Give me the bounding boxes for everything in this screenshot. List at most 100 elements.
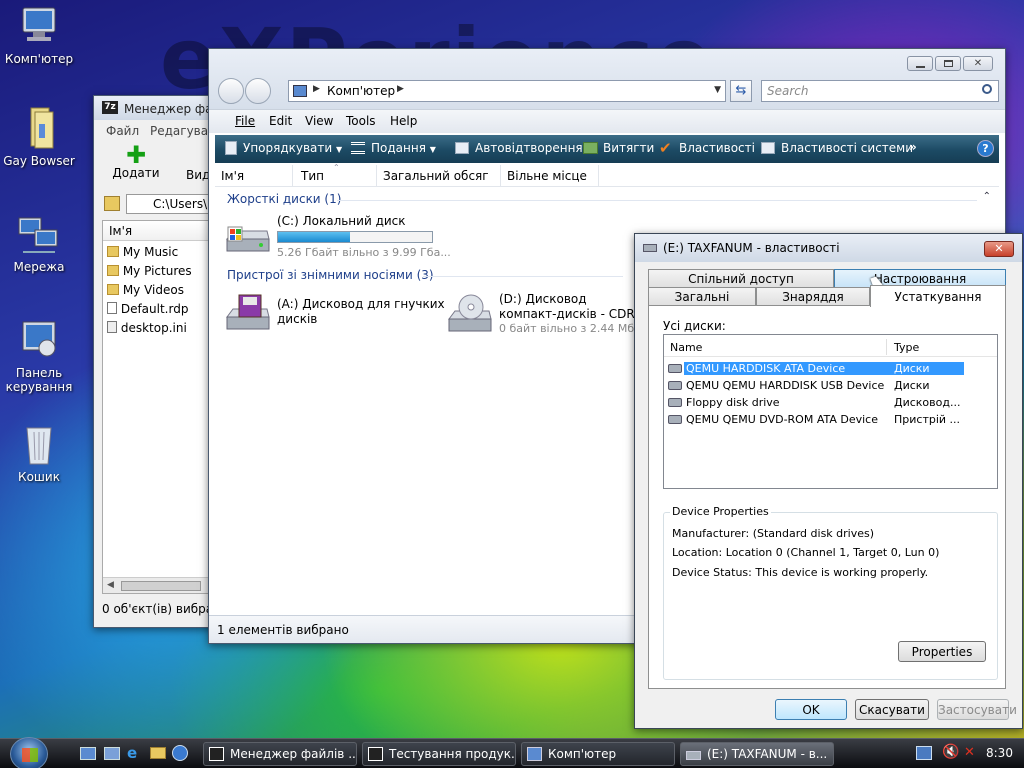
- menu-item-help[interactable]: Help: [390, 114, 417, 128]
- address-dropdown-icon[interactable]: ▼: [714, 85, 721, 95]
- drive-icon: [686, 751, 701, 760]
- close-button[interactable]: ✕: [984, 241, 1014, 257]
- desktop-icon-label: Мережа: [13, 260, 65, 274]
- scroll-left-icon[interactable]: ◀: [107, 580, 114, 590]
- network-icon: [17, 212, 61, 256]
- minimize-button[interactable]: [907, 56, 933, 71]
- menu-item-file[interactable]: File: [235, 114, 255, 128]
- tab-hardware[interactable]: Устаткування: [870, 285, 1006, 307]
- breadcrumb-chevron-icon[interactable]: ▶: [397, 84, 404, 94]
- device-type: Дисковод...: [894, 396, 961, 409]
- start-button[interactable]: [10, 737, 48, 768]
- drive-d[interactable]: (D:) Дисковод компакт-дисків - CDROM 0 б…: [443, 291, 635, 341]
- show-desktop-icon[interactable]: [80, 747, 96, 760]
- menu-item-edit[interactable]: Edit: [269, 114, 292, 128]
- path-bar: C:\Users\: [102, 194, 226, 214]
- desktop-icon-recycle-bin[interactable]: Кошик: [0, 422, 78, 484]
- properties-button[interactable]: ✔ Властивості: [659, 139, 755, 157]
- extract-button[interactable]: Вид: [186, 168, 210, 182]
- list-item[interactable]: desktop.ini: [107, 321, 187, 335]
- title-bar[interactable]: (E:) TAXFANUM - властивості ✕: [635, 234, 1022, 262]
- tab-tools[interactable]: Знаряддя: [756, 287, 870, 305]
- group-line: [423, 276, 623, 277]
- scroll-thumb[interactable]: [121, 581, 201, 591]
- media-player-icon[interactable]: [172, 745, 188, 761]
- switch-windows-icon[interactable]: [104, 747, 120, 760]
- menu-item-view[interactable]: View: [305, 114, 333, 128]
- help-icon[interactable]: ?: [977, 140, 994, 157]
- internet-explorer-icon[interactable]: e: [127, 745, 143, 761]
- seven-zip-icon: [209, 747, 224, 761]
- organize-icon: [225, 141, 237, 155]
- list-item[interactable]: Default.rdp: [107, 302, 188, 316]
- safely-remove-icon[interactable]: ✕: [964, 745, 975, 760]
- device-row[interactable]: QEMU QEMU HARDDISK USB Device Диски: [668, 378, 964, 394]
- properties-button[interactable]: Properties: [898, 641, 986, 662]
- breadcrumb-chevron-icon[interactable]: ▶: [313, 84, 320, 94]
- column-header-free-space[interactable]: Вільне місце: [501, 165, 599, 187]
- tab-label: Знаряддя: [782, 290, 844, 304]
- search-input[interactable]: Search: [761, 80, 999, 102]
- cancel-button[interactable]: Скасувати: [855, 699, 929, 720]
- column-header-name[interactable]: Name: [670, 341, 702, 354]
- list-item[interactable]: My Pictures: [107, 264, 192, 278]
- tab-general[interactable]: Загальні: [648, 287, 756, 305]
- desktop-icon-network[interactable]: Мережа: [0, 212, 78, 274]
- tab-sharing[interactable]: Спільний доступ: [648, 269, 834, 287]
- taskbar-button-properties[interactable]: (E:) TAXFANUM - в...: [680, 742, 834, 766]
- autoplay-button[interactable]: Автовідтворення: [455, 141, 583, 155]
- system-properties-button[interactable]: Властивості системи: [761, 141, 913, 155]
- up-folder-icon[interactable]: [104, 196, 120, 211]
- seven-zip-window[interactable]: 7z Менеджер файл Файл Редагуванн ✚ Додат…: [93, 95, 228, 628]
- refresh-button[interactable]: ⇆: [730, 80, 752, 102]
- device-list[interactable]: Name Type QEMU HARDDISK ATA Device Диски Q…: [663, 334, 998, 489]
- collapse-chevron-icon[interactable]: ⌃: [983, 191, 991, 202]
- volume-muted-icon[interactable]: 🔇: [942, 744, 959, 760]
- list-item[interactable]: My Music: [107, 245, 178, 259]
- column-header-name[interactable]: Ім'я: [103, 221, 221, 241]
- location-text: Location: Location 0 (Channel 1, Target …: [672, 546, 940, 559]
- device-row[interactable]: Floppy disk drive Дисковод...: [668, 395, 964, 411]
- drive-c[interactable]: (C:) Локальний диск 5.26 Гбайт вільно з …: [221, 213, 451, 261]
- hardware-panel: Усі диски: Name Type QEMU HARDDISK ATA D…: [648, 305, 1006, 689]
- system-properties-icon: [761, 142, 775, 154]
- group-header-hard-disks[interactable]: Жорсткі диски (1) ⌃: [227, 191, 997, 208]
- desktop-icon-control-panel[interactable]: Панель керування: [0, 318, 78, 394]
- horizontal-scrollbar[interactable]: ◀: [103, 577, 221, 593]
- folder-quicklaunch-icon[interactable]: [150, 747, 166, 759]
- column-header-type[interactable]: Type: [894, 341, 919, 354]
- search-icon[interactable]: [982, 84, 992, 94]
- more-commands-icon[interactable]: »: [909, 140, 917, 154]
- desktop-icon-gay-bowser[interactable]: Gay Bowser: [0, 106, 78, 168]
- device-row[interactable]: QEMU HARDDISK ATA Device Диски: [668, 361, 964, 377]
- forward-button[interactable]: [245, 78, 271, 104]
- file-list[interactable]: Ім'я My Music My Pictures My Videos Defa…: [102, 220, 222, 594]
- drive-a-label-line2: дисків: [277, 312, 318, 326]
- taskbar-button-file-manager[interactable]: Менеджер файлів ...: [203, 742, 357, 766]
- views-button[interactable]: Подання ▼: [351, 141, 436, 155]
- title-bar[interactable]: 7z Менеджер файл: [94, 96, 228, 120]
- taskbar-button-computer[interactable]: Комп'ютер: [521, 742, 675, 766]
- device-row[interactable]: QEMU QEMU DVD-ROM ATA Device Пристрій ...: [668, 412, 964, 428]
- column-header-total-size[interactable]: Загальний обсяг: [377, 165, 501, 187]
- taskbar-button-testing[interactable]: Тестування продук...: [362, 742, 516, 766]
- network-tray-icon[interactable]: [916, 746, 932, 760]
- extract-button[interactable]: Витягти: [583, 141, 654, 155]
- back-button[interactable]: [218, 78, 244, 104]
- maximize-button[interactable]: [935, 56, 961, 71]
- menu-item-tools[interactable]: Tools: [346, 114, 376, 128]
- item-label: My Music: [122, 245, 179, 259]
- organize-button[interactable]: Упорядкувати ▼: [225, 141, 342, 155]
- clock[interactable]: 8:30: [986, 746, 1013, 760]
- add-button[interactable]: ✚ Додати: [112, 143, 160, 180]
- breadcrumb-computer[interactable]: Комп'ютер: [327, 84, 395, 98]
- properties-dialog[interactable]: (E:) TAXFANUM - властивості ✕ Спільний д…: [634, 233, 1023, 729]
- address-bar[interactable]: ▶ Комп'ютер ▶ ▼: [288, 80, 726, 102]
- drive-a[interactable]: (A:) Дисковод для гнучких дисків: [221, 291, 445, 335]
- column-header-name[interactable]: Ім'я: [215, 165, 293, 187]
- close-button[interactable]: ✕: [963, 56, 993, 71]
- desktop-icon-computer[interactable]: Комп'ютер: [0, 4, 78, 66]
- menu-item-file[interactable]: Файл: [106, 124, 139, 138]
- ok-button[interactable]: OK: [775, 699, 847, 720]
- list-item[interactable]: My Videos: [107, 283, 184, 297]
